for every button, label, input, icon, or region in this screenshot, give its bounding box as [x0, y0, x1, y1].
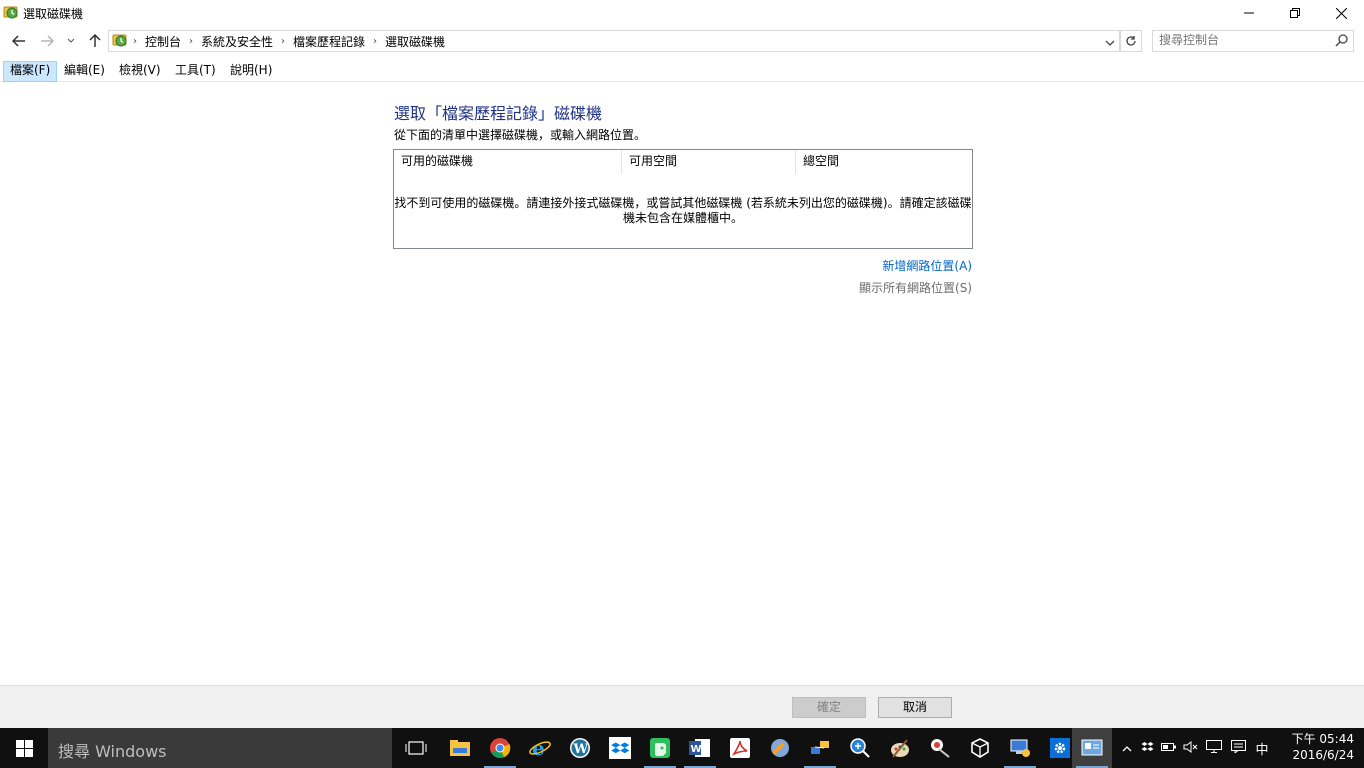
- close-button[interactable]: [1318, 0, 1364, 26]
- address-row: › 控制台 › 系統及安全性 › 檔案歷程記錄 › 選取磁碟機: [0, 28, 1364, 54]
- page-instructions: 從下面的清單中選擇磁碟機，或輸入網路位置。: [394, 128, 647, 142]
- clock-date: 2016/6/24: [1292, 748, 1354, 762]
- dialog-footer: 確定 取消: [0, 685, 1364, 729]
- menu-edit[interactable]: 編輯(E): [58, 61, 111, 80]
- ime-indicator[interactable]: 中: [1250, 739, 1274, 758]
- remote-desktop-icon[interactable]: [1000, 728, 1040, 768]
- snipping-tool-icon[interactable]: [920, 728, 960, 768]
- dropbox-tray-icon[interactable]: [1136, 741, 1158, 756]
- menu-file[interactable]: 檔案(F): [3, 61, 58, 82]
- arrow-up-icon: [89, 34, 101, 47]
- window-title: 選取磁碟機: [23, 7, 84, 21]
- title-bar: 選取磁碟機: [0, 0, 1364, 26]
- clock[interactable]: 下午 05:44 2016/6/24: [1284, 731, 1354, 763]
- svg-text:W: W: [573, 742, 589, 757]
- menu-bar: 檔案(F) 編輯(E) 檢視(V) 工具(T) 說明(H): [0, 59, 1364, 82]
- column-available-drive[interactable]: 可用的磁碟機: [394, 150, 622, 174]
- minimize-button[interactable]: [1226, 0, 1272, 26]
- restore-button[interactable]: [1272, 0, 1318, 26]
- add-network-location-link[interactable]: 新增網路位置(A): [882, 257, 972, 274]
- word-icon[interactable]: W: [680, 728, 720, 768]
- taskbar-search[interactable]: 搜尋 Windows: [48, 728, 392, 768]
- chevron-up-icon[interactable]: [1118, 741, 1136, 755]
- empty-list-message: 找不到可使用的磁碟機。請連接外接式磁碟機，或嘗試其他磁碟機 (若系統未列出您的磁…: [394, 196, 972, 226]
- address-dropdown-icon[interactable]: [1105, 36, 1115, 50]
- internet-explorer-icon[interactable]: e: [520, 728, 560, 768]
- menu-help[interactable]: 說明(H): [224, 61, 278, 80]
- magnifier-icon[interactable]: [840, 728, 880, 768]
- file-explorer-icon[interactable]: [440, 728, 480, 768]
- empty-message-line: 機未包含在媒體櫃中。: [622, 211, 743, 225]
- search-box[interactable]: [1152, 30, 1354, 52]
- task-view-icon[interactable]: [396, 728, 436, 768]
- taskbar-search-text: 搜尋 Windows: [58, 742, 167, 761]
- refresh-button[interactable]: [1120, 30, 1142, 52]
- page-title: 選取「檔案歷程記錄」磁碟機: [394, 104, 603, 123]
- arrow-right-icon: [41, 35, 54, 47]
- svg-text:W: W: [691, 744, 702, 755]
- chrome-icon[interactable]: [480, 728, 520, 768]
- clock-time: 下午 05:44: [1291, 732, 1354, 746]
- breadcrumb-select-drive[interactable]: 選取磁碟機: [379, 33, 451, 50]
- volume-muted-icon[interactable]: [1180, 740, 1202, 756]
- breadcrumb-system-security[interactable]: 系統及安全性: [195, 33, 279, 50]
- file-history-icon: [112, 32, 128, 51]
- chevron-right-icon[interactable]: ›: [187, 36, 195, 47]
- system-tray: 中: [1118, 728, 1274, 768]
- acrobat-icon[interactable]: [720, 728, 760, 768]
- virtualbox-icon[interactable]: [960, 728, 1000, 768]
- windows-logo-icon: [15, 739, 33, 757]
- column-total-space[interactable]: 總空間: [796, 150, 972, 174]
- breadcrumb-file-history[interactable]: 檔案歷程記錄: [287, 33, 371, 50]
- taskbar: 搜尋 Windows e W W 中 下午 05:44 2016/6/24: [0, 728, 1364, 768]
- chevron-down-icon: [67, 38, 75, 43]
- action-center-icon[interactable]: [1226, 740, 1250, 756]
- arrow-left-icon: [12, 35, 25, 47]
- ok-button[interactable]: 確定: [792, 697, 866, 718]
- network-icon[interactable]: [1202, 740, 1226, 756]
- chevron-right-icon[interactable]: ›: [279, 36, 287, 47]
- drive-list[interactable]: 可用的磁碟機 可用空間 總空間 找不到可使用的磁碟機。請連接外接式磁碟機，或嘗試…: [393, 149, 973, 249]
- search-icon[interactable]: [1335, 34, 1348, 50]
- main-content: 選取「檔案歷程記錄」磁碟機 從下面的清單中選擇磁碟機，或輸入網路位置。 可用的磁…: [0, 82, 1364, 684]
- search-input[interactable]: [1159, 32, 1319, 48]
- battery-icon[interactable]: [1158, 741, 1180, 755]
- evernote-icon[interactable]: [640, 728, 680, 768]
- breadcrumb: › 控制台 › 系統及安全性 › 檔案歷程記錄 › 選取磁碟機: [131, 33, 451, 49]
- recent-locations-button[interactable]: [62, 31, 80, 51]
- show-network-locations-link[interactable]: 顯示所有網路位置(S): [859, 279, 972, 296]
- address-bar[interactable]: › 控制台 › 系統及安全性 › 檔案歷程記錄 › 選取磁碟機: [108, 30, 1120, 52]
- paint-app-icon[interactable]: [760, 728, 800, 768]
- back-button[interactable]: [8, 31, 30, 51]
- wordpress-icon[interactable]: W: [560, 728, 600, 768]
- control-panel-icon[interactable]: [1072, 728, 1112, 768]
- forward-button[interactable]: [36, 31, 58, 51]
- svg-text:e: e: [532, 737, 545, 759]
- cancel-button[interactable]: 取消: [878, 697, 952, 718]
- network-tool-icon[interactable]: [800, 728, 840, 768]
- menu-tools[interactable]: 工具(T): [169, 61, 222, 80]
- up-button[interactable]: [84, 31, 106, 51]
- chevron-right-icon[interactable]: ›: [131, 36, 139, 47]
- start-button[interactable]: [0, 728, 48, 768]
- chevron-right-icon[interactable]: ›: [371, 36, 379, 47]
- file-history-icon: [3, 4, 19, 20]
- column-free-space[interactable]: 可用空間: [622, 150, 796, 174]
- dropbox-icon[interactable]: [600, 728, 640, 768]
- menu-view[interactable]: 檢視(V): [113, 61, 167, 80]
- empty-message-line: 找不到可使用的磁碟機。請連接外接式磁碟機，或嘗試其他磁碟機 (若系統未列出您的磁…: [394, 196, 972, 210]
- paint-brush-icon[interactable]: [880, 728, 920, 768]
- refresh-icon: [1126, 36, 1136, 46]
- breadcrumb-control-panel[interactable]: 控制台: [139, 33, 187, 50]
